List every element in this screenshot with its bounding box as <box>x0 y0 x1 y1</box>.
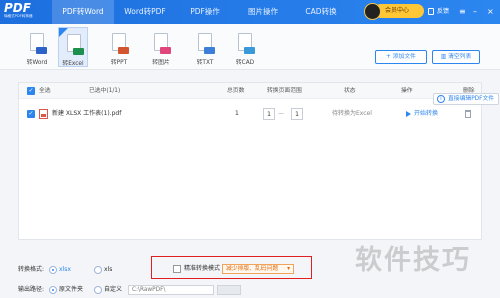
logo-subtitle: 嗨格式PDF转换器 <box>4 14 33 18</box>
tab-pdf-operations[interactable]: PDF操作 <box>178 0 232 24</box>
file-list-panel: ✓ 全选 已选中(1/1) 总页数 转换页面范围 状态 操作 删除 ✓ 新建 X… <box>18 82 482 240</box>
edit-pdf-tooltip[interactable]: i 直接编辑PDF文件 <box>433 93 500 105</box>
word-doc-icon <box>30 33 47 54</box>
info-icon: i <box>437 95 445 103</box>
table-header: ✓ 全选 已选中(1/1) 总页数 转换页面范围 状态 操作 删除 <box>19 83 481 99</box>
clear-list-label: 清空列表 <box>448 54 472 60</box>
watermark-text: 软件技巧 <box>355 245 471 276</box>
play-icon[interactable] <box>406 111 411 117</box>
row-checkbox[interactable]: ✓ <box>27 110 35 118</box>
precise-mode-label: 精准转换模式 <box>184 265 221 272</box>
output-original-radio[interactable] <box>49 286 57 294</box>
logo-text: PDF <box>4 1 31 15</box>
format-xls-label: xls <box>104 266 113 273</box>
tab-cad-convert[interactable]: CAD转换 <box>294 0 348 24</box>
table-row: ✓ 新建 XLSX 工作表(1).pdf 1 1 — 1 待转换为Excel 开… <box>19 105 481 123</box>
feedback-link[interactable]: 反馈 <box>437 0 449 24</box>
image-doc-icon <box>154 33 171 54</box>
select-all-label: 全选 <box>39 88 51 94</box>
file-name: 新建 XLSX 工作表(1).pdf <box>52 110 122 117</box>
pdf-file-icon <box>39 109 48 119</box>
ppt-doc-icon <box>112 33 129 54</box>
output-path-label: 输出路径: <box>18 286 45 293</box>
browse-button[interactable] <box>217 285 241 295</box>
member-center-button[interactable]: 会员中心 <box>374 4 424 18</box>
output-original-label: 原文件夹 <box>59 286 84 293</box>
tool-to-ppt[interactable]: 转PPT <box>104 27 134 67</box>
header-total-pages: 总页数 <box>227 88 245 94</box>
header-status: 状态 <box>344 88 356 94</box>
selected-count: 已选中(1/1) <box>89 88 121 94</box>
format-label: 转换格式: <box>18 266 45 273</box>
tab-image-operations[interactable]: 图片操作 <box>236 0 290 24</box>
chevron-down-icon: ▾ <box>287 266 290 272</box>
precise-mode-dropdown[interactable]: 减少排版、乱码问题 ▾ <box>222 264 294 274</box>
precise-mode-value: 减少排版、乱码问题 <box>226 266 279 272</box>
tool-label: 转Word <box>26 60 48 66</box>
header-action: 操作 <box>401 88 413 94</box>
tool-label: 转TXT <box>196 60 214 66</box>
header-page-range: 转换页面范围 <box>267 88 302 94</box>
member-center-label: 会员中心 <box>385 7 410 14</box>
close-icon[interactable]: × <box>487 0 494 24</box>
format-xlsx-label: xlsx <box>59 266 71 273</box>
format-xlsx-radio[interactable] <box>49 266 57 274</box>
message-icon[interactable] <box>428 8 434 15</box>
tab-word-to-pdf[interactable]: Word转PDF <box>114 0 176 24</box>
output-custom-radio[interactable] <box>94 286 102 294</box>
tool-to-excel[interactable]: 转Excel <box>58 27 88 67</box>
excel-doc-icon <box>67 34 84 55</box>
tool-label: 转CAD <box>235 60 255 66</box>
format-xls-radio[interactable] <box>94 266 102 274</box>
edit-pdf-label: 直接编辑PDF文件 <box>448 96 495 102</box>
tab-pdf-to-word[interactable]: PDF转Word <box>52 0 114 24</box>
total-pages-value: 1 <box>235 110 239 117</box>
avatar[interactable] <box>364 3 381 20</box>
range-to-input[interactable]: 1 <box>291 108 303 120</box>
range-separator: — <box>278 110 284 117</box>
output-custom-label: 自定义 <box>104 286 123 293</box>
tool-to-image[interactable]: 转图片 <box>146 27 176 67</box>
start-convert-link[interactable]: 开始转换 <box>414 105 438 123</box>
tool-label: 转PPT <box>110 60 128 66</box>
output-path-input[interactable]: C:\RawPDF\ <box>128 285 214 295</box>
add-file-label: 添加文件 <box>392 54 416 60</box>
plus-icon: + <box>386 54 393 60</box>
txt-doc-icon <box>198 33 215 54</box>
tool-to-txt[interactable]: 转TXT <box>190 27 220 67</box>
row-status: 待转换为Excel <box>332 110 372 117</box>
menu-icon[interactable]: ≡ <box>459 0 466 24</box>
select-all-checkbox[interactable]: ✓ <box>27 87 35 95</box>
precise-mode-checkbox[interactable] <box>173 265 181 273</box>
delete-row-icon[interactable] <box>465 110 471 118</box>
tool-to-cad[interactable]: 转CAD <box>230 27 260 67</box>
trash-icon: ▥ <box>440 54 449 60</box>
minimize-icon[interactable]: – <box>473 0 477 24</box>
tool-label: 转图片 <box>152 60 170 66</box>
add-file-button[interactable]: + 添加文件 <box>375 50 427 64</box>
tool-to-word[interactable]: 转Word <box>22 27 52 67</box>
tool-label: 转Excel <box>62 61 84 67</box>
cad-doc-icon <box>238 33 255 54</box>
app-logo: PDF 嗨格式PDF转换器 <box>4 2 38 22</box>
title-bar: PDF 嗨格式PDF转换器 PDF转Word Word转PDF PDF操作 图片… <box>0 0 500 24</box>
range-from-input[interactable]: 1 <box>263 108 275 120</box>
clear-list-button[interactable]: ▥ 清空列表 <box>432 50 480 64</box>
